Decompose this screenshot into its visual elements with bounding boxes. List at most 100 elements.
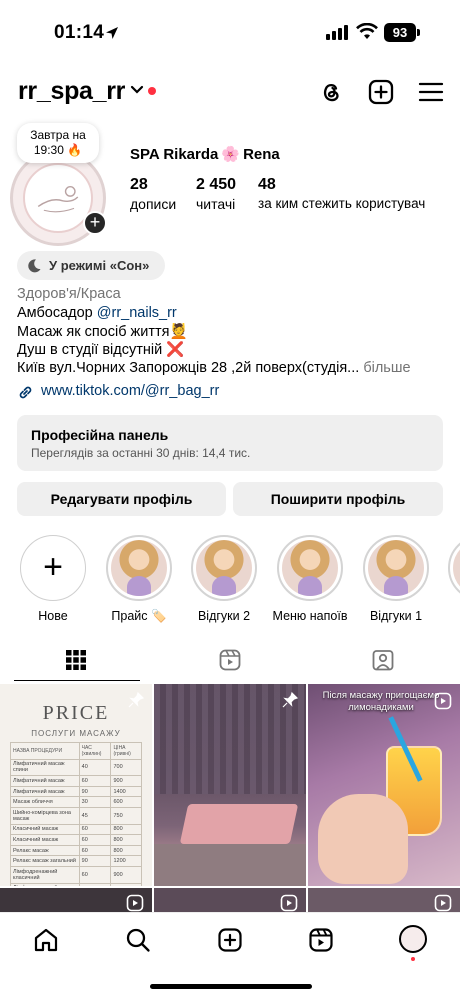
- pin-icon: [282, 692, 298, 708]
- battery-tip: [417, 29, 420, 36]
- price-cell: 1400: [110, 882, 142, 886]
- notification-dot: [148, 87, 156, 95]
- highlight-label: Прайс 🏷️: [111, 609, 167, 623]
- profile-link-text: www.tiktok.com/@rr_bag_rr: [41, 383, 220, 399]
- profile-header: rr_spa_rr: [0, 72, 460, 114]
- reels-tab-icon[interactable]: [218, 648, 242, 672]
- pro-panel-subtitle: Переглядів за останні 30 днів: 14,4 тис.: [31, 446, 251, 460]
- price-header-cell: ЦІНА (гривні): [110, 742, 142, 760]
- price-cell: 60: [78, 865, 112, 884]
- following-label[interactable]: за ким стежить користувач: [258, 196, 425, 211]
- profile-note[interactable]: Завтра на 19:30 🔥: [17, 123, 99, 163]
- price-cell: 45: [78, 806, 112, 825]
- massage-table: [179, 804, 299, 844]
- pin-icon: [128, 692, 144, 708]
- cherry-blossom-icon: 🌸: [221, 146, 241, 163]
- highlight-ring: [191, 535, 257, 601]
- edit-profile-button[interactable]: Редагувати профіль: [17, 482, 226, 516]
- posts-count[interactable]: 28: [130, 176, 148, 194]
- highlight-drinks-menu[interactable]: Меню напоїв: [273, 535, 347, 623]
- followers-count[interactable]: 2 450: [196, 176, 236, 194]
- highlight-label: Відгуки 2: [197, 609, 251, 623]
- price-cell: Лімфатичний масаж: [10, 775, 80, 787]
- status-time: 01:14: [54, 22, 105, 43]
- price-row: Лімфодренажний класичний 60 900: [10, 865, 142, 884]
- sleep-mode-pill[interactable]: У режимі «Сон»: [17, 251, 165, 280]
- home-icon[interactable]: [33, 927, 59, 953]
- price-cell: 800: [110, 834, 142, 846]
- price-cell: 900: [110, 775, 142, 787]
- price-cell: 800: [110, 844, 142, 857]
- reel-icon: [126, 894, 144, 912]
- menu-icon[interactable]: [417, 78, 445, 106]
- price-cell: 90: [78, 855, 112, 867]
- highlight-new[interactable]: + Нове: [20, 535, 86, 623]
- bio-line-4: Київ вул.Чорних Запорожців 28 ,2й поверх…: [17, 360, 411, 376]
- highlight-ring: [363, 535, 429, 601]
- highlight-label: Нове: [38, 609, 68, 623]
- pro-panel-title: Професійна панель: [31, 427, 169, 443]
- following-count[interactable]: 48: [258, 176, 276, 194]
- display-name-part1: SPA Rikarda: [130, 146, 219, 163]
- highlight-cover: [368, 540, 424, 596]
- price-header-cell: ЧАС (хвилин): [78, 742, 112, 760]
- post-lemonade[interactable]: Після масажу пригощаємо лимонадиками: [308, 684, 460, 886]
- price-cell: 700: [110, 758, 142, 777]
- price-cell: 90: [78, 785, 112, 798]
- spa-logo-icon: [37, 185, 79, 213]
- floor-rug: [154, 844, 306, 886]
- profile-tab-avatar[interactable]: [399, 925, 427, 953]
- posts-label[interactable]: дописи: [130, 196, 176, 212]
- highlight-ring: [448, 535, 460, 601]
- reel-caption: Після масажу пригощаємо лимонадиками: [322, 690, 440, 713]
- price-cell: 60: [78, 844, 112, 857]
- create-post-icon[interactable]: [217, 927, 243, 953]
- post-massage-room[interactable]: [154, 684, 306, 886]
- price-row: Лімфатичний масаж 60 900: [10, 775, 142, 787]
- post-price-list[interactable]: PRICE ПОСЛУГИ МАСАЖУ НАЗВА ПРОЦЕДУРИ ЧАС …: [0, 684, 152, 886]
- share-profile-button[interactable]: Поширити профіль: [233, 482, 443, 516]
- professional-dashboard[interactable]: Професійна панель Переглядів за останні …: [17, 415, 443, 471]
- add-story-plus-icon[interactable]: +: [83, 211, 107, 235]
- highlight-cover: [453, 540, 460, 596]
- price-cell: 600: [110, 796, 142, 808]
- bio-line-1-prefix: Амбосадор: [17, 305, 97, 321]
- highlight-cover: [111, 540, 167, 596]
- bio-mention-link[interactable]: @rr_nails_rr: [97, 305, 177, 321]
- username-switcher[interactable]: rr_spa_rr: [18, 77, 125, 106]
- profile-notification-dot: [411, 957, 415, 961]
- highlight-reviews-1[interactable]: Відгуки 1: [363, 535, 429, 623]
- status-bar: 01:14 93: [0, 0, 460, 66]
- search-icon[interactable]: [125, 927, 151, 953]
- price-subtitle: ПОСЛУГИ МАСАЖУ: [31, 729, 121, 738]
- price-cell: Лімфодренажний загальний: [10, 882, 80, 886]
- threads-icon[interactable]: [317, 78, 345, 106]
- active-tab-indicator: [14, 680, 140, 681]
- followers-label[interactable]: читачі: [196, 196, 235, 212]
- price-cell: Лімфодренажний класичний: [10, 865, 80, 884]
- highlight-partial[interactable]: [448, 535, 460, 601]
- post-row-2-2[interactable]: [154, 888, 306, 912]
- tagged-tab-icon[interactable]: [371, 648, 395, 672]
- bio-more-link[interactable]: більше: [363, 360, 410, 376]
- grid-tab-icon[interactable]: [64, 648, 88, 672]
- bio-line-1: Амбосадор @rr_nails_rr: [17, 305, 177, 321]
- profile-link[interactable]: www.tiktok.com/@rr_bag_rr: [17, 383, 219, 399]
- display-name-part2: Rena: [243, 146, 280, 163]
- price-row: Лімфатичний масаж 90 1400: [10, 785, 142, 798]
- plus-icon: +: [20, 535, 86, 601]
- highlight-price[interactable]: Прайс 🏷️: [106, 535, 172, 624]
- reels-icon[interactable]: [308, 927, 334, 953]
- price-cell: Лімфатичний масаж: [10, 785, 80, 798]
- bio-line-2: Масаж як спосіб життя💆: [17, 324, 188, 340]
- post-row-2-1[interactable]: [0, 888, 152, 912]
- price-row: Лімфатичний масаж спини 40 700: [10, 758, 142, 777]
- create-new-icon[interactable]: [367, 78, 395, 106]
- highlight-reviews-2[interactable]: Відгуки 2: [191, 535, 257, 623]
- post-row-2-3[interactable]: [308, 888, 460, 912]
- price-cell: 900: [110, 865, 142, 884]
- price-cell: Класичний масаж: [10, 823, 80, 836]
- reel-icon: [280, 894, 298, 912]
- chevron-down-icon[interactable]: [130, 85, 144, 95]
- price-row: Класичний масаж 60 800: [10, 834, 142, 846]
